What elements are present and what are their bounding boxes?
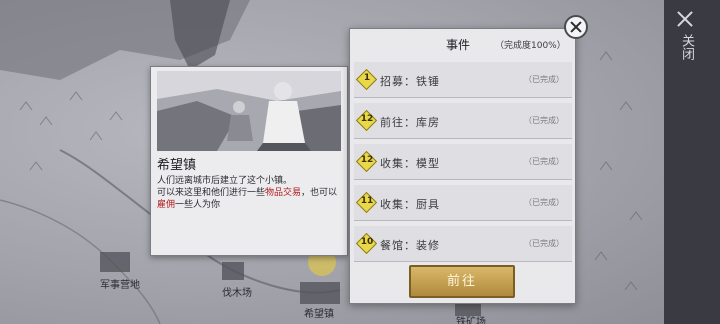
task-item[interactable]: 11 收集：厨具 （已完成） <box>354 185 572 221</box>
task-level-icon: 12 <box>355 150 378 173</box>
task-level-icon: 12 <box>355 109 378 132</box>
town-description: 人们远离城市后建立了这个小镇。 可以来这里和他们进行一些物品交易，也可以雇佣一些… <box>157 175 343 211</box>
event-panel-title: 事件 <box>446 38 471 52</box>
task-status: （已完成） <box>524 75 564 84</box>
task-item[interactable]: 12 收集：模型 （已完成） <box>354 144 572 180</box>
town-info-card: 希望镇 人们远离城市后建立了这个小镇。 可以来这里和他们进行一些物品交易，也可以… <box>150 66 348 256</box>
town-desc-part2: 可以来这里和他们进行一些 <box>157 188 266 198</box>
task-item[interactable]: 12 前往：库房 （已完成） <box>354 103 572 139</box>
task-title: 招募：铁锤 <box>380 75 440 88</box>
map-label-iron-mine[interactable]: 铁矿场 <box>456 313 486 324</box>
town-illustration <box>157 71 341 151</box>
map-label-hope-town[interactable]: 希望镇 <box>304 305 334 320</box>
town-desc-part4: 一些人为你 <box>175 200 221 210</box>
task-level-icon: 1 <box>355 68 378 91</box>
task-status: （已完成） <box>524 157 564 166</box>
task-status: （已完成） <box>524 116 564 125</box>
town-name: 希望镇 <box>157 158 197 173</box>
close-label[interactable]: 关闭 <box>676 34 694 60</box>
task-item[interactable]: 10 餐馆：装修 （已完成） <box>354 226 572 262</box>
task-level-icon: 11 <box>355 191 378 214</box>
event-panel: 事件 （完成度100%） 1 招募：铁锤 （已完成） 12 前往：库房 （已完成… <box>349 28 576 304</box>
town-desc-part3: ，也可以 <box>301 188 338 198</box>
map-label-lumber-yard[interactable]: 伐木场 <box>222 284 252 299</box>
town-desc-part1: 人们远离城市后建立了这个小镇。 <box>157 176 293 186</box>
task-status: （已完成） <box>524 198 564 207</box>
task-item[interactable]: 1 招募：铁锤 （已完成） <box>354 62 572 98</box>
task-title: 前往：库房 <box>380 116 440 129</box>
town-desc-highlight-trade: 物品交易 <box>265 188 302 198</box>
event-panel-close-icon[interactable] <box>564 15 588 39</box>
task-title: 收集：模型 <box>380 157 440 170</box>
go-button[interactable]: 前往 <box>409 265 515 298</box>
close-icon[interactable] <box>674 8 696 30</box>
task-title: 餐馆：装修 <box>380 239 440 252</box>
town-desc-highlight-hire: 雇佣 <box>157 200 176 210</box>
task-level-icon: 10 <box>355 232 378 255</box>
town-illustration-art <box>157 71 341 151</box>
event-progress: （完成度100%） <box>495 41 566 51</box>
map-label-military-camp[interactable]: 军事营地 <box>100 276 140 291</box>
task-status: （已完成） <box>524 239 564 248</box>
task-title: 收集：厨具 <box>380 198 440 211</box>
